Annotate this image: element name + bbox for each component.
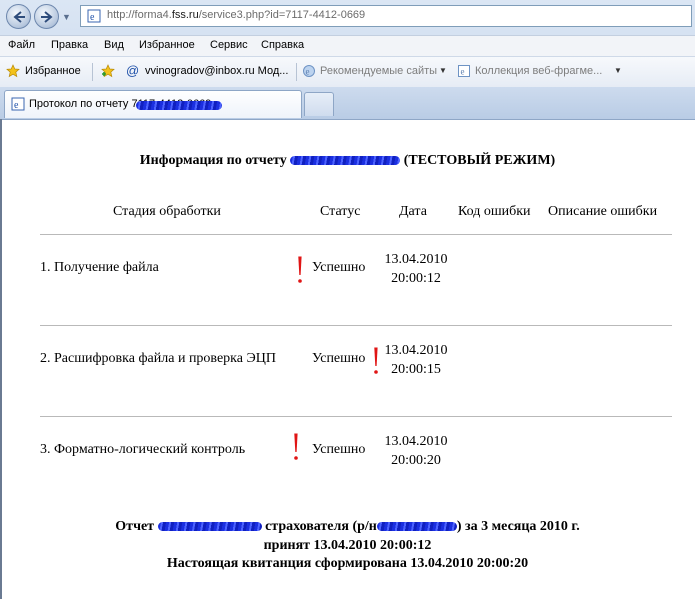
page-title: Информация по отчету (ТЕСТОВЫЙ РЕЖИМ) [0, 153, 695, 169]
redaction-scribble [290, 156, 401, 166]
menu-help[interactable]: Справка [261, 39, 304, 51]
fav-web-slice-gallery[interactable]: Коллекция веб-фрагме... [475, 65, 602, 77]
redaction-scribble [136, 101, 222, 110]
footer-text: страхователя (р/н [265, 519, 377, 534]
star-icon [6, 64, 20, 78]
menu-view[interactable]: Вид [104, 39, 124, 51]
time-value: 20:00:20 [391, 453, 441, 468]
history-dropdown-icon[interactable]: ▼ [62, 12, 71, 22]
svg-text:e: e [306, 67, 310, 77]
date-value: 13.04.2010 [384, 343, 448, 358]
warning-icon [298, 256, 302, 283]
address-bar[interactable]: e http://forma4.fss.ru/service3.php?id=7… [80, 5, 692, 27]
favorites-separator [92, 63, 93, 81]
favorites-bar: Избранное @ vvinogradov@inbox.ru Мод... … [0, 56, 695, 87]
column-header-error-desc: Описание ошибки [548, 204, 658, 219]
favorites-separator [296, 63, 297, 81]
back-arrow-icon [13, 11, 25, 23]
redaction-scribble [376, 522, 457, 532]
menu-file[interactable]: Файл [8, 39, 35, 51]
date-value: 13.04.2010 [384, 434, 448, 449]
menu-tools[interactable]: Сервис [210, 39, 248, 51]
mail-at-icon: @ [126, 63, 140, 78]
title-suffix: (ТЕСТОВЫЙ РЕЖИМ) [403, 153, 556, 168]
footer-text: Отчет [115, 519, 155, 534]
warning-icon [294, 433, 298, 460]
tab-report-protocol[interactable]: e Протокол по отчету 7117-4412-0669 [4, 90, 302, 118]
add-favorite-icon[interactable] [101, 64, 115, 78]
svg-text:e: e [461, 67, 465, 77]
browser-chrome: ▼ e http://forma4.fss.ru/service3.php?id… [0, 0, 695, 120]
datetime-cell: 13.04.2010 20:00:12 [376, 250, 456, 288]
fav-suggested-sites[interactable]: Рекомендуемые сайты [320, 65, 437, 77]
web-slice-dropdown-icon[interactable]: ▼ [614, 66, 622, 75]
page-favicon-icon: e [87, 9, 101, 23]
column-header-error-code: Код ошибки [458, 204, 531, 219]
suggested-sites-dropdown-icon[interactable]: ▼ [439, 66, 447, 75]
address-row: ▼ e http://forma4.fss.ru/service3.php?id… [0, 0, 695, 34]
status-value: Успешно [312, 442, 366, 457]
column-header-stage: Стадия обработки [113, 204, 221, 219]
title-prefix: Информация по отчету [139, 153, 287, 168]
status-value: Успешно [312, 351, 366, 366]
tab-bar: e Протокол по отчету 7117-4412-0669 [0, 87, 695, 120]
datetime-cell: 13.04.2010 20:00:15 [376, 341, 456, 379]
redaction-scribble [157, 522, 262, 532]
row-divider [40, 234, 672, 235]
column-header-status: Статус [320, 204, 361, 219]
receipt-generated-line: Настоящая квитанция сформирована 13.04.2… [166, 556, 529, 571]
forward-button[interactable] [34, 4, 59, 29]
svg-text:e: e [14, 100, 19, 111]
url-text[interactable]: http://forma4.fss.ru/service3.php?id=711… [107, 9, 365, 21]
footer-text: ) за 3 месяца 2010 г. [456, 519, 580, 534]
row-divider [40, 416, 672, 417]
svg-text:e: e [90, 12, 95, 23]
fav-link-mail[interactable]: vvinogradov@inbox.ru Мод... [145, 65, 288, 77]
suggested-sites-icon: e [303, 65, 315, 77]
datetime-cell: 13.04.2010 20:00:20 [376, 432, 456, 470]
stage-label: 2. Расшифровка файла и проверка ЭЦП [40, 351, 276, 366]
forward-arrow-icon [41, 11, 53, 23]
row-divider [40, 325, 672, 326]
date-value: 13.04.2010 [384, 252, 448, 267]
tab-favicon-icon: e [11, 97, 25, 111]
accepted-date-line: принят 13.04.2010 20:00:12 [263, 538, 432, 553]
status-value: Успешно [312, 260, 366, 275]
menu-edit[interactable]: Правка [51, 39, 88, 51]
column-header-date: Дата [399, 204, 427, 219]
back-button[interactable] [6, 4, 31, 29]
stage-label: 1. Получение файла [40, 260, 159, 275]
favorites-button[interactable]: Избранное [25, 65, 81, 77]
new-tab-button[interactable] [304, 92, 334, 116]
stage-label: 3. Форматно-логический контроль [40, 442, 246, 457]
time-value: 20:00:12 [391, 271, 441, 286]
time-value: 20:00:15 [391, 362, 441, 377]
web-slice-gallery-icon: e [458, 65, 470, 77]
report-accepted-line: Отчет страхователя (р/н ) за 3 месяца 201… [0, 519, 695, 535]
menu-bar: Файл Правка Вид Избранное Сервис Справка [0, 35, 695, 56]
menu-favorites[interactable]: Избранное [139, 39, 195, 51]
